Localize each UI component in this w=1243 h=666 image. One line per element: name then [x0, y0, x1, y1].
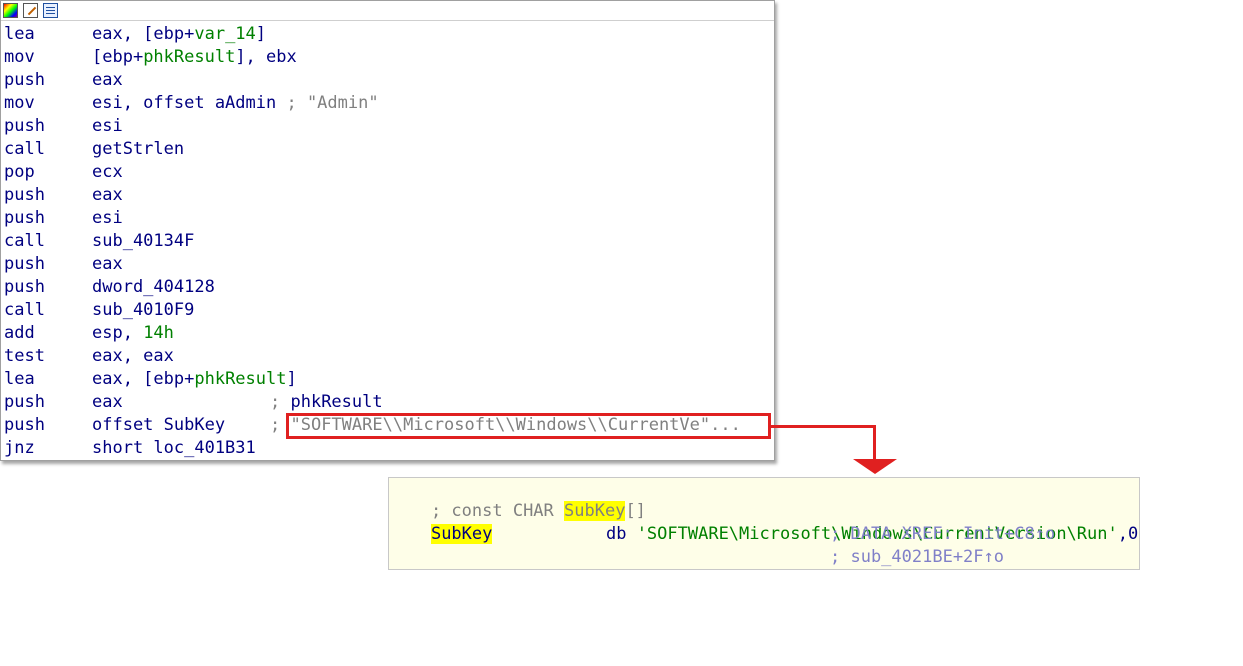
- edit-icon[interactable]: [23, 3, 38, 18]
- operands[interactable]: sub_40134F: [92, 230, 194, 253]
- operand: eax, [ebp+: [92, 369, 195, 389]
- operand: offset SubKey: [92, 415, 226, 435]
- operand: eax: [92, 254, 123, 274]
- operands[interactable]: offset SubKey: [92, 414, 225, 437]
- mnemonic: push: [4, 116, 45, 136]
- mnemonic: push: [4, 392, 45, 412]
- operands[interactable]: dword_404128: [92, 276, 215, 299]
- line-comment: ; phkResult: [270, 391, 383, 414]
- mnemonic: call: [4, 139, 45, 159]
- operand: [ebp+: [92, 47, 144, 67]
- operand: eax, eax: [92, 346, 174, 366]
- data-definition: db 'SOFTWARE\Microsoft\Windows\CurrentVe…: [565, 500, 1138, 544]
- data-xref-1[interactable]: ; DATA XREF: Init+C8↑o: [830, 523, 1055, 546]
- data-xref-2[interactable]: ; sub_4021BE+2F↑o: [830, 546, 1004, 569]
- operand-suffix: ], ebx: [235, 47, 297, 67]
- operands[interactable]: eax: [92, 69, 123, 92]
- operands[interactable]: short loc_401B31: [92, 437, 256, 460]
- operand: sub_40134F: [92, 231, 195, 251]
- operand-symbol[interactable]: 14h: [143, 323, 174, 343]
- data-directive: db: [605, 524, 627, 544]
- operands[interactable]: eax: [92, 391, 123, 414]
- operand: eax: [92, 392, 123, 412]
- comment-symbol[interactable]: phkResult: [290, 392, 382, 412]
- mnemonic: mov: [4, 47, 35, 67]
- arrow-down-icon: [853, 459, 897, 474]
- operand: ecx: [92, 162, 123, 182]
- mnemonic: push: [4, 185, 45, 205]
- operands[interactable]: eax: [92, 253, 123, 276]
- mnemonic: push: [4, 277, 45, 297]
- operand: eax: [92, 70, 123, 90]
- operands[interactable]: sub_4010F9: [92, 299, 194, 322]
- arrow-line-horizontal: [771, 425, 876, 428]
- mnemonic: push: [4, 70, 45, 90]
- mnemonic: add: [4, 323, 35, 343]
- operand: eax: [92, 185, 123, 205]
- operand: getStrlen: [92, 139, 185, 159]
- mnemonic: push: [4, 208, 45, 228]
- comment-prefix: ;: [270, 392, 291, 412]
- operand-symbol[interactable]: var_14: [194, 24, 255, 44]
- data-view: ; const CHAR SubKey[] SubKey db 'SOFTWAR…: [388, 477, 1140, 570]
- inline-comment: ; "Admin": [276, 93, 379, 113]
- mnemonic: push: [4, 254, 45, 274]
- operand-suffix: ]: [255, 24, 267, 44]
- operands[interactable]: eax, [ebp+phkResult]: [92, 368, 297, 391]
- operand: dword_404128: [92, 277, 215, 297]
- data-terminator: ,0: [1117, 524, 1139, 544]
- graph-view-icon[interactable]: [3, 3, 18, 18]
- mnemonic: test: [4, 346, 45, 366]
- operand: esi, offset aAdmin: [92, 93, 277, 113]
- disassembly-toolbar: [1, 1, 774, 21]
- mnemonic: lea: [4, 369, 35, 389]
- operands[interactable]: getStrlen: [92, 138, 184, 161]
- operands[interactable]: esi: [92, 207, 123, 230]
- operands[interactable]: eax: [92, 184, 123, 207]
- mnemonic: push: [4, 415, 45, 435]
- mnemonic: call: [4, 231, 45, 251]
- highlight-box: [286, 413, 771, 439]
- operands[interactable]: esp, 14h: [92, 322, 174, 345]
- data-label-line: SubKey: [390, 500, 493, 544]
- data-label[interactable]: SubKey: [430, 524, 493, 544]
- arrow-line-vertical: [873, 425, 876, 461]
- mnemonic: lea: [4, 24, 35, 44]
- mnemonic: jnz: [4, 438, 35, 458]
- text-view-icon[interactable]: [43, 3, 58, 18]
- operand-symbol[interactable]: phkResult: [143, 47, 235, 67]
- data-comment-line: ; const CHAR SubKey[]: [390, 477, 646, 521]
- mnemonic: pop: [4, 162, 35, 182]
- operands[interactable]: esi, offset aAdmin ; "Admin": [92, 92, 379, 115]
- operand: esp,: [92, 323, 144, 343]
- operand: esi: [92, 208, 123, 228]
- disassembly-window: lea eax, [ebp+var_14] mov [ebp+phkResult], …: [0, 0, 775, 461]
- operand-symbol[interactable]: phkResult: [194, 369, 286, 389]
- operand-suffix: ]: [286, 369, 297, 389]
- operands[interactable]: esi: [92, 115, 123, 138]
- operands[interactable]: [ebp+phkResult], ebx: [92, 46, 297, 69]
- mnemonic: mov: [4, 93, 35, 113]
- operands[interactable]: eax, [ebp+var_14]: [92, 23, 266, 46]
- operand: esi: [92, 116, 123, 136]
- operands[interactable]: eax, eax: [92, 345, 174, 368]
- operands[interactable]: ecx: [92, 161, 123, 184]
- operand: sub_4010F9: [92, 300, 195, 320]
- operand: short loc_401B31: [92, 438, 256, 458]
- mnemonic: call: [4, 300, 45, 320]
- operand: eax, [ebp+: [92, 24, 195, 44]
